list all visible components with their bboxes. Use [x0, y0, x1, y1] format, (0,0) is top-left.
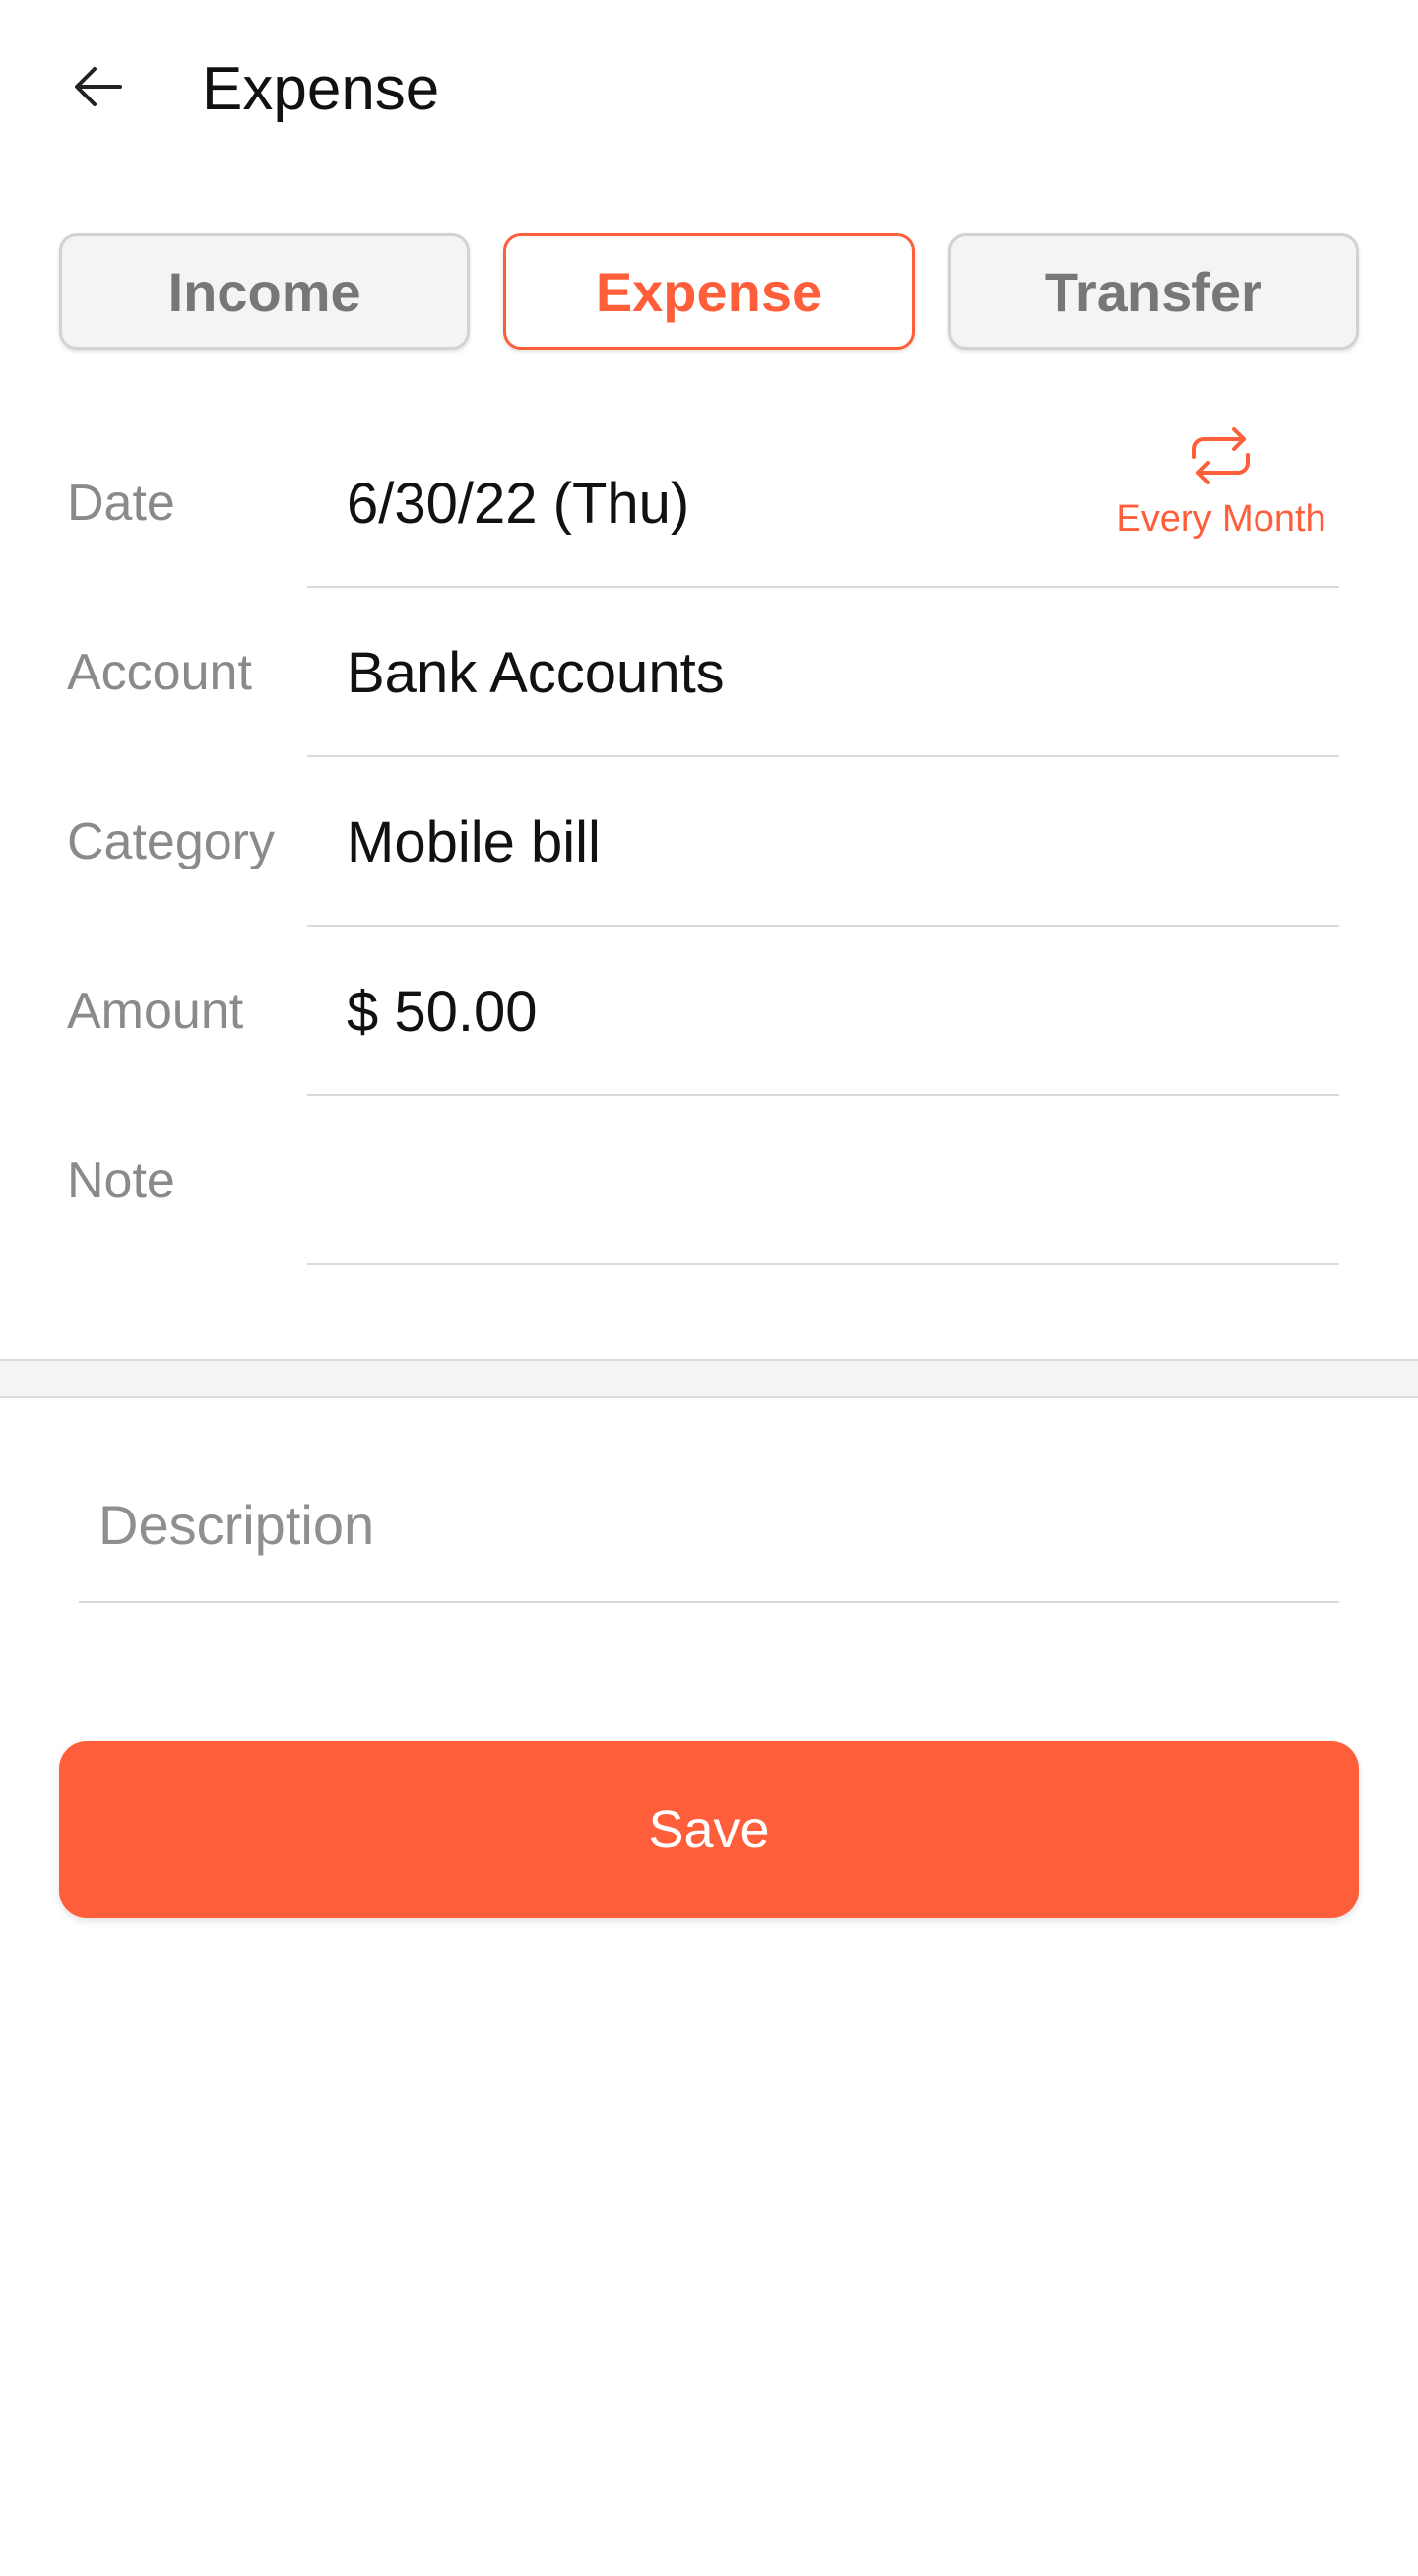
- tab-transfer[interactable]: Transfer: [947, 233, 1359, 350]
- tab-income[interactable]: Income: [59, 233, 471, 350]
- expense-form-screen: Expense Income Expense Transfer Date 6/3…: [0, 0, 1418, 2576]
- category-label: Category: [67, 813, 275, 870]
- description-wrapper: [79, 1448, 1339, 1603]
- amount-field[interactable]: $ 50.00: [347, 927, 538, 1096]
- note-label: Note: [67, 1152, 175, 1209]
- tab-expense[interactable]: Expense: [503, 233, 915, 350]
- arrow-left-icon: [75, 67, 122, 106]
- repeat-icon: [1192, 427, 1250, 484]
- amount-row: Amount $ 50.00: [0, 927, 1418, 1096]
- account-row: Account Bank Accounts: [0, 588, 1418, 757]
- save-button[interactable]: Save: [59, 1741, 1359, 1918]
- description-input[interactable]: [79, 1448, 1339, 1603]
- note-row: Note: [0, 1096, 1418, 1265]
- repeat-button[interactable]: Every Month: [1103, 423, 1339, 561]
- date-field[interactable]: 6/30/22 (Thu): [347, 419, 689, 588]
- note-underline: [307, 1263, 1339, 1265]
- app-header: Expense: [0, 0, 1418, 177]
- transaction-type-tabs: Income Expense Transfer: [59, 233, 1359, 350]
- section-divider: [0, 1359, 1418, 1398]
- page-title: Expense: [202, 55, 440, 123]
- repeat-label: Every Month: [1116, 498, 1326, 540]
- back-button[interactable]: [59, 47, 138, 126]
- category-field[interactable]: Mobile bill: [347, 757, 601, 927]
- account-field[interactable]: Bank Accounts: [347, 588, 725, 757]
- account-label: Account: [67, 644, 252, 701]
- category-row: Category Mobile bill: [0, 757, 1418, 927]
- date-label: Date: [67, 475, 175, 532]
- amount-label: Amount: [67, 983, 244, 1040]
